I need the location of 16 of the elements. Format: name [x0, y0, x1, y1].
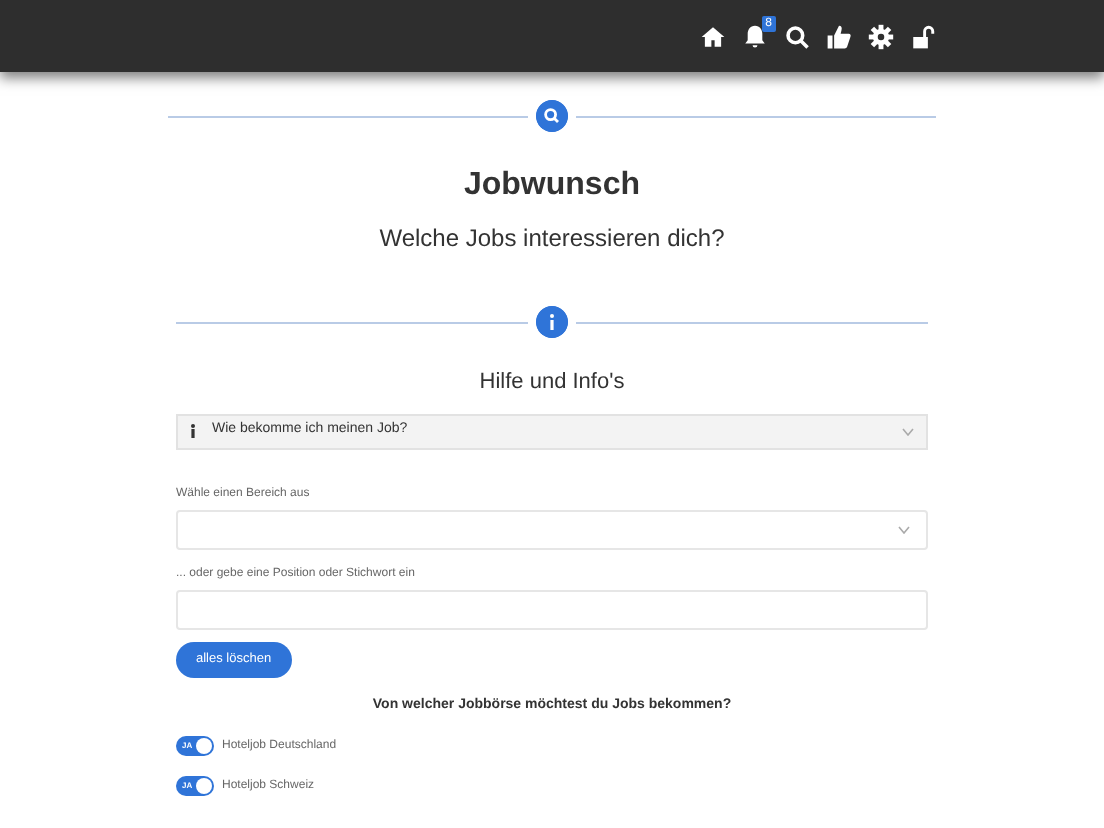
section-subtitle: Welche Jobs interessieren dich? [377, 222, 727, 256]
home-icon[interactable] [700, 23, 726, 49]
info-icon [536, 306, 568, 338]
chevron-down-icon [902, 427, 914, 435]
settings-icon[interactable] [868, 23, 894, 49]
select-field[interactable] [176, 509, 928, 549]
thumbs-up-icon[interactable] [826, 23, 852, 49]
section-title: Hilfe und Info's [477, 368, 627, 398]
unlock-icon[interactable] [910, 23, 936, 49]
search-icon[interactable] [784, 23, 810, 49]
section-title: Jobwunsch [461, 166, 642, 206]
info-icon [190, 424, 196, 438]
keyword-input[interactable] [176, 589, 928, 629]
bell-icon[interactable] [742, 23, 768, 49]
search-icon [536, 100, 568, 132]
chevron-down-icon [898, 525, 910, 533]
